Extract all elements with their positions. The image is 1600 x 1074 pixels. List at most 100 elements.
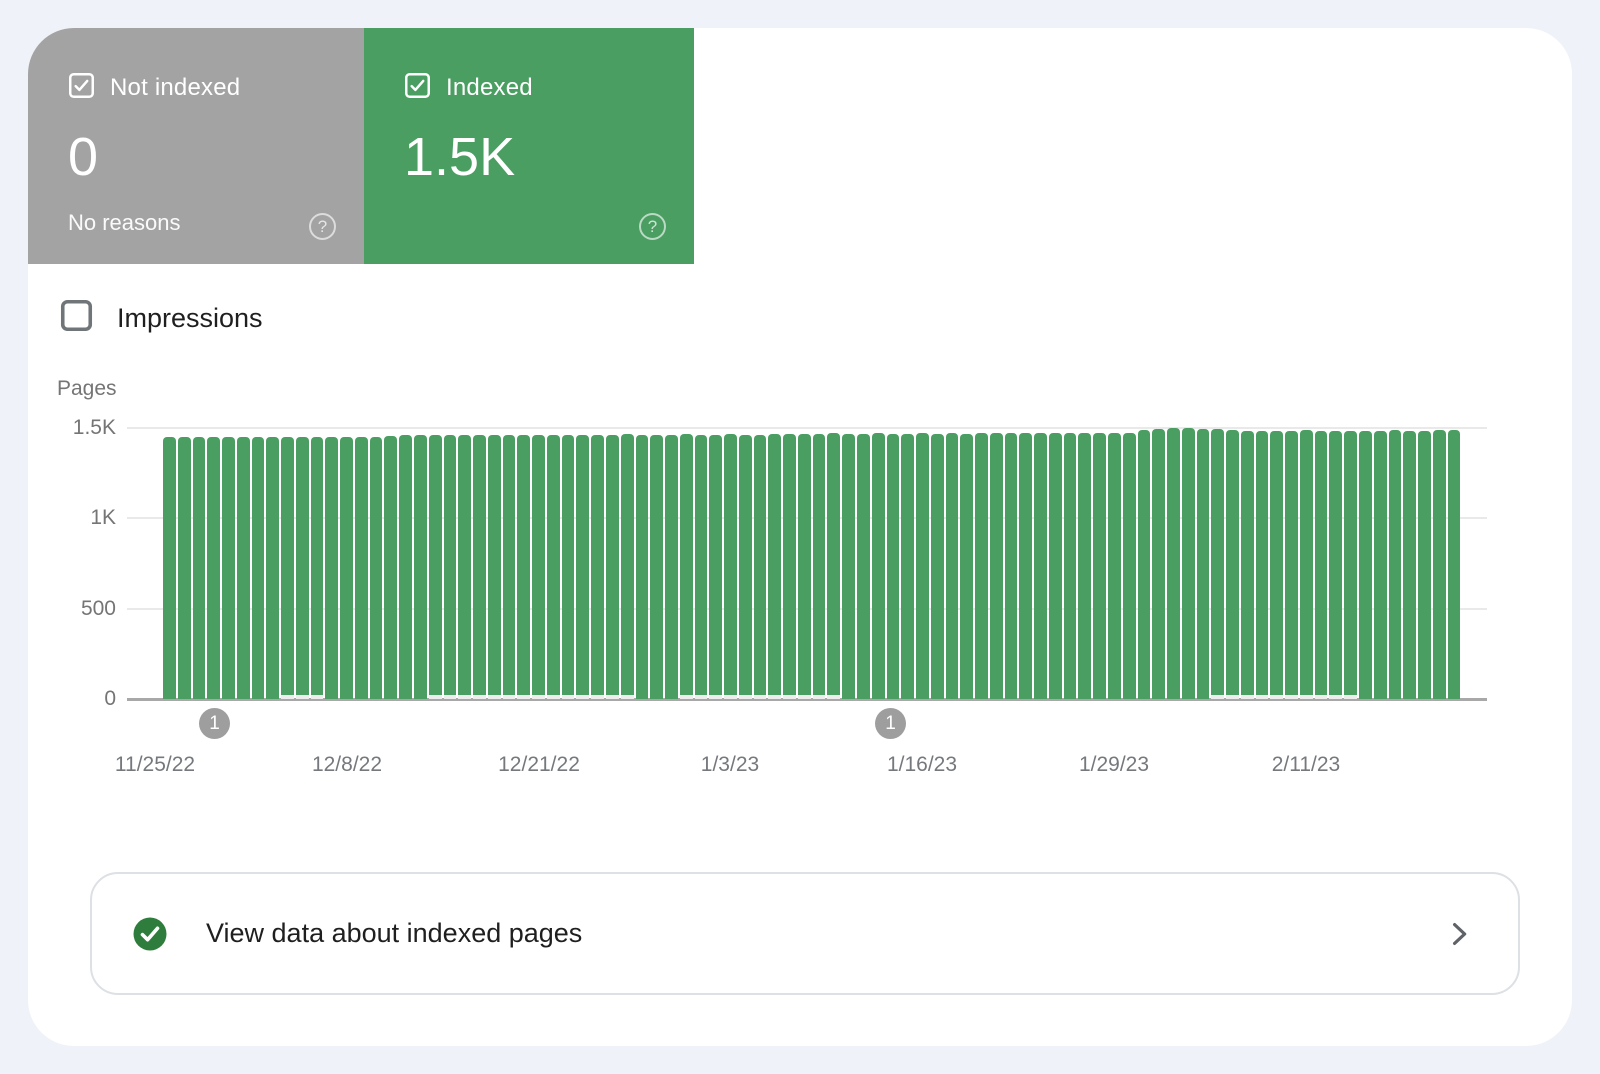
chart-bar[interactable] xyxy=(1270,431,1283,700)
view-indexed-data-row[interactable]: View data about indexed pages xyxy=(90,872,1520,995)
chart-bar[interactable] xyxy=(931,434,944,699)
chart-bar[interactable] xyxy=(1374,431,1387,699)
chart-bar[interactable] xyxy=(650,435,663,700)
chart-bar[interactable] xyxy=(1329,431,1342,700)
chart-bar[interactable] xyxy=(1049,433,1062,699)
chart-bar[interactable] xyxy=(384,436,397,699)
chart-bar[interactable] xyxy=(1197,429,1210,700)
chart-bar[interactable] xyxy=(827,433,840,699)
chart-bar[interactable] xyxy=(1285,431,1298,699)
chart-bar[interactable] xyxy=(562,435,575,699)
chart-bar[interactable] xyxy=(606,435,619,699)
chart-bar[interactable] xyxy=(709,435,722,700)
chart-annotation-marker[interactable]: 1 xyxy=(875,708,906,739)
chart-bar[interactable] xyxy=(665,435,678,699)
chart-bar[interactable] xyxy=(488,435,501,699)
chart-bar[interactable] xyxy=(163,437,176,699)
chart-bar[interactable] xyxy=(325,437,338,699)
stat-card-indexed[interactable]: Indexed 1.5K ? xyxy=(364,28,694,264)
chart-bar[interactable] xyxy=(680,434,693,699)
chart-bar[interactable] xyxy=(355,437,368,699)
chart-bar[interactable] xyxy=(503,435,516,699)
chart-bar[interactable] xyxy=(621,434,634,699)
chart-bar[interactable] xyxy=(370,437,383,699)
chart-bar[interactable] xyxy=(783,434,796,699)
chart-bar[interactable] xyxy=(1256,431,1269,699)
chart-bar[interactable] xyxy=(901,434,914,699)
chart-bar[interactable] xyxy=(768,434,781,699)
chart-bar[interactable] xyxy=(429,435,442,699)
checkbox-checked-icon[interactable] xyxy=(404,72,431,104)
chart-bar[interactable] xyxy=(1078,433,1091,699)
chart-bar[interactable] xyxy=(547,435,560,699)
chart-bar[interactable] xyxy=(1093,433,1106,699)
checkbox-checked-icon[interactable] xyxy=(68,72,95,104)
chart-annotation-marker[interactable]: 1 xyxy=(199,708,230,739)
chart-bar[interactable] xyxy=(296,437,309,699)
chart-bar[interactable] xyxy=(872,433,885,699)
chart-bar[interactable] xyxy=(473,435,486,699)
chart-bar[interactable] xyxy=(252,437,265,699)
chart-bar[interactable] xyxy=(1418,431,1431,700)
chart-bar[interactable] xyxy=(1182,428,1195,699)
chart-bar[interactable] xyxy=(1389,430,1402,699)
stat-card-not-indexed[interactable]: Not indexed 0 No reasons ? xyxy=(28,28,364,264)
chart-bar[interactable] xyxy=(1064,433,1077,699)
chart-bar[interactable] xyxy=(222,437,235,699)
chart-bar[interactable] xyxy=(281,437,294,699)
chart-bar[interactable] xyxy=(857,434,870,699)
chart-bar[interactable] xyxy=(1315,431,1328,699)
chart-bar[interactable] xyxy=(960,434,973,699)
chart-bar[interactable] xyxy=(399,435,412,699)
help-icon[interactable]: ? xyxy=(639,213,666,240)
chart-bar[interactable] xyxy=(1226,430,1239,699)
chart-bar[interactable] xyxy=(1300,430,1313,699)
chart-bar[interactable] xyxy=(237,437,250,699)
chart-bar[interactable] xyxy=(798,434,811,699)
chart-bar[interactable] xyxy=(739,435,752,699)
chart-bar[interactable] xyxy=(724,434,737,699)
chart-bar[interactable] xyxy=(311,437,324,699)
chart-bar[interactable] xyxy=(1138,430,1151,699)
help-icon[interactable]: ? xyxy=(309,213,336,240)
chart-bar[interactable] xyxy=(887,434,900,699)
chart-bar[interactable] xyxy=(1344,431,1357,699)
chart-bar[interactable] xyxy=(207,437,220,699)
chart-bar[interactable] xyxy=(1167,428,1180,699)
chart-bar[interactable] xyxy=(178,437,191,699)
chart-bar[interactable] xyxy=(946,433,959,699)
chart-bar[interactable] xyxy=(458,435,471,699)
chart-bar[interactable] xyxy=(193,437,206,699)
chart-bar[interactable] xyxy=(1108,433,1121,699)
chart-bar[interactable] xyxy=(975,433,988,699)
chart-bar[interactable] xyxy=(916,433,929,699)
chart-bar[interactable] xyxy=(517,435,530,699)
chart-bar[interactable] xyxy=(990,433,1003,699)
chart-bar[interactable] xyxy=(591,435,604,700)
chart-bar[interactable] xyxy=(1241,431,1254,699)
checkbox-unchecked-icon[interactable] xyxy=(60,299,93,337)
chart-bar[interactable] xyxy=(1152,429,1165,699)
chart-bar[interactable] xyxy=(340,437,353,699)
chart-bar[interactable] xyxy=(266,437,279,699)
chart-x-tick-label: 11/25/22 xyxy=(85,753,225,777)
chart-bar[interactable] xyxy=(576,435,589,699)
chart-bar[interactable] xyxy=(1211,429,1224,699)
chart-bar[interactable] xyxy=(1034,433,1047,699)
chart-bar[interactable] xyxy=(695,435,708,699)
chart-bar[interactable] xyxy=(414,435,427,699)
chart-bar[interactable] xyxy=(1448,430,1461,699)
chart-bar[interactable] xyxy=(444,435,457,699)
impressions-checkbox-row[interactable]: Impressions xyxy=(60,299,263,337)
chart-bar[interactable] xyxy=(813,434,826,699)
chart-bar[interactable] xyxy=(1123,433,1136,699)
chart-bar[interactable] xyxy=(1359,431,1372,700)
chart-bar[interactable] xyxy=(1005,433,1018,699)
chart-bar[interactable] xyxy=(1433,430,1446,699)
chart-bar[interactable] xyxy=(636,435,649,699)
chart-bar[interactable] xyxy=(754,435,767,700)
chart-bar[interactable] xyxy=(1403,431,1416,699)
chart-bar[interactable] xyxy=(1019,433,1032,699)
chart-bar[interactable] xyxy=(532,435,545,699)
chart-bar[interactable] xyxy=(842,434,855,699)
